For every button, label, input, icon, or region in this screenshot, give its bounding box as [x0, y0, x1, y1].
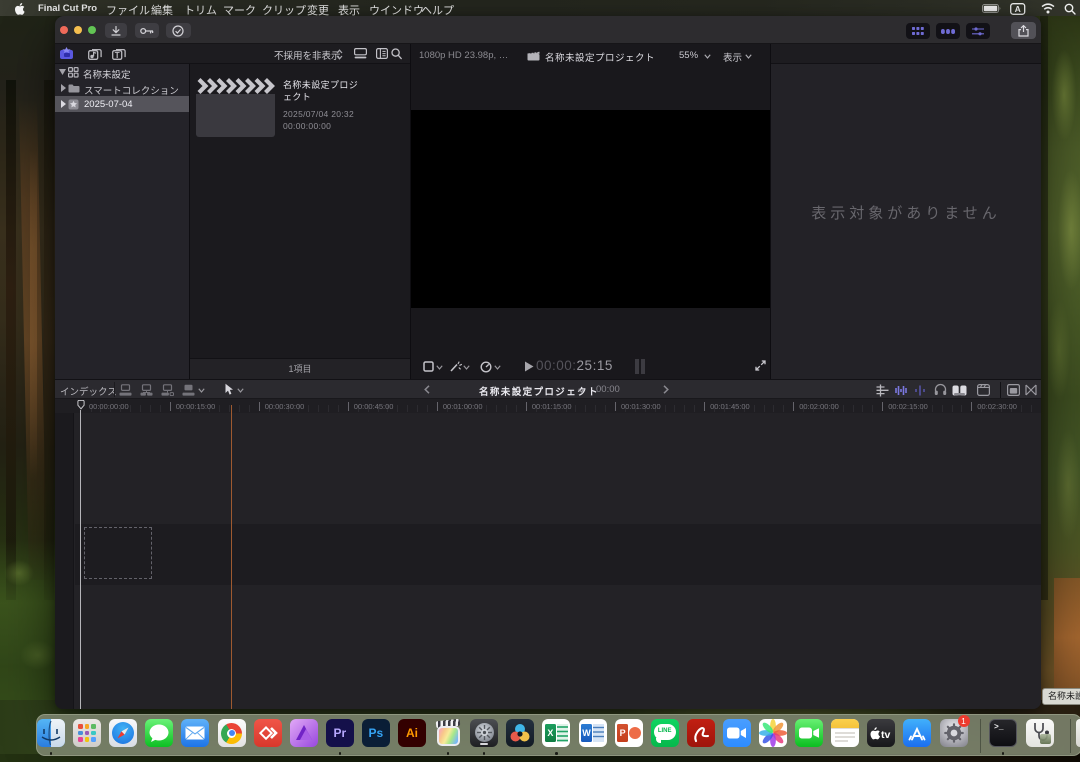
svg-text:tv: tv — [881, 729, 890, 740]
svg-text:T: T — [115, 51, 120, 60]
svg-text:A: A — [1015, 4, 1021, 14]
